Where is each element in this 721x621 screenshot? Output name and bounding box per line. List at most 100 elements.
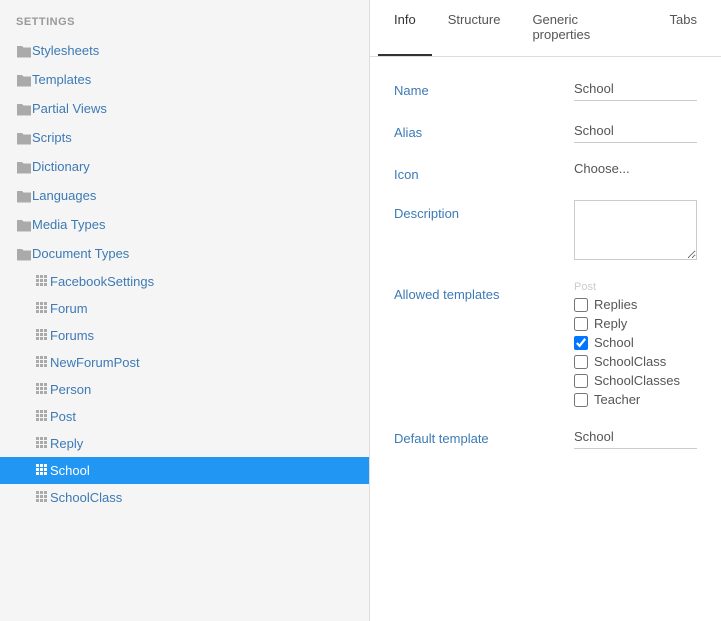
sidebar-item-label: Templates	[32, 72, 91, 87]
folder-icon	[16, 44, 32, 58]
folder-icon	[16, 102, 32, 116]
name-input[interactable]	[574, 77, 697, 101]
template-item-replies: Replies	[574, 297, 697, 312]
icon-row: Icon Choose...	[394, 161, 697, 182]
alias-label: Alias	[394, 119, 574, 140]
default-template-label: Default template	[394, 425, 574, 446]
icon-field: Choose...	[574, 161, 697, 176]
tab-info[interactable]: Info	[378, 0, 432, 56]
tab-bar: Info Structure Generic properties Tabs	[370, 0, 721, 57]
icon-label: Icon	[394, 161, 574, 182]
choose-icon-button[interactable]: Choose...	[574, 161, 630, 176]
sidebar-subitem-school[interactable]: School	[0, 457, 369, 484]
template-checkbox-reply[interactable]	[574, 317, 588, 331]
template-checkbox-school-classes[interactable]	[574, 374, 588, 388]
grid-icon	[36, 302, 50, 316]
sidebar-item-languages[interactable]: Languages	[0, 181, 369, 210]
sidebar-subitem-facebook-settings[interactable]: FacebookSettings	[0, 268, 369, 295]
folder-icon	[16, 218, 32, 232]
template-checkbox-school-class[interactable]	[574, 355, 588, 369]
grid-icon	[36, 464, 50, 478]
content-area: Name Alias Icon Choose... Description	[370, 57, 721, 621]
sidebar-subitem-person[interactable]: Person	[0, 376, 369, 403]
sidebar-subitem-label: Forums	[50, 328, 94, 343]
sidebar-item-document-types[interactable]: Document Types	[0, 239, 369, 268]
sidebar-item-label: Document Types	[32, 246, 129, 261]
sidebar-item-label: Scripts	[32, 130, 72, 145]
sidebar-subitem-label: Reply	[50, 436, 83, 451]
template-item-teacher: Teacher	[574, 392, 697, 407]
sidebar-item-media-types[interactable]: Media Types	[0, 210, 369, 239]
sidebar-item-dictionary[interactable]: Dictionary	[0, 152, 369, 181]
default-template-field	[574, 425, 697, 449]
sidebar-item-scripts[interactable]: Scripts	[0, 123, 369, 152]
grid-icon	[36, 329, 50, 343]
sidebar-subitem-label: Forum	[50, 301, 88, 316]
alias-input[interactable]	[574, 119, 697, 143]
sidebar-subitem-label: NewForumPost	[50, 355, 140, 370]
alias-row: Alias	[394, 119, 697, 143]
templates-list: Replies Reply School SchoolClass	[574, 297, 697, 407]
scrolled-hint: Post	[574, 281, 697, 293]
main-panel: Info Structure Generic properties Tabs N…	[370, 0, 721, 621]
grid-icon	[36, 437, 50, 451]
template-item-school-class: SchoolClass	[574, 354, 697, 369]
template-item-school-classes: SchoolClasses	[574, 373, 697, 388]
sidebar-subitem-new-forum-post[interactable]: NewForumPost	[0, 349, 369, 376]
description-field	[574, 200, 697, 263]
name-row: Name	[394, 77, 697, 101]
allowed-templates-label: Allowed templates	[394, 281, 574, 302]
sidebar-item-label: Stylesheets	[32, 43, 99, 58]
default-template-row: Default template	[394, 425, 697, 449]
sidebar-subitem-forum[interactable]: Forum	[0, 295, 369, 322]
template-checkbox-school[interactable]	[574, 336, 588, 350]
sidebar-item-partial-views[interactable]: Partial Views	[0, 94, 369, 123]
tab-generic-properties[interactable]: Generic properties	[516, 0, 653, 56]
folder-icon	[16, 73, 32, 87]
sidebar-item-label: Partial Views	[32, 101, 107, 116]
sidebar-subitem-label: Post	[50, 409, 76, 424]
sidebar-subitem-reply[interactable]: Reply	[0, 430, 369, 457]
tab-tabs[interactable]: Tabs	[654, 0, 713, 56]
folder-icon	[16, 160, 32, 174]
name-field	[574, 77, 697, 101]
alias-field	[574, 119, 697, 143]
grid-icon	[36, 491, 50, 505]
default-template-input[interactable]	[574, 425, 697, 449]
template-item-school: School	[574, 335, 697, 350]
sidebar-item-stylesheets[interactable]: Stylesheets	[0, 36, 369, 65]
folder-icon	[16, 189, 32, 203]
folder-icon	[16, 247, 32, 261]
template-label-school-class: SchoolClass	[594, 354, 666, 369]
sidebar-subitem-label: FacebookSettings	[50, 274, 154, 289]
tab-structure[interactable]: Structure	[432, 0, 517, 56]
template-checkbox-teacher[interactable]	[574, 393, 588, 407]
grid-icon	[36, 383, 50, 397]
template-label-replies: Replies	[594, 297, 637, 312]
sidebar: SETTINGS Stylesheets Templates Partial V…	[0, 0, 370, 621]
template-label-school: School	[594, 335, 634, 350]
template-checkbox-replies[interactable]	[574, 298, 588, 312]
allowed-templates-row: Allowed templates Post Replies Reply Sch…	[394, 281, 697, 407]
sidebar-subitem-forums[interactable]: Forums	[0, 322, 369, 349]
sidebar-subitem-school-class[interactable]: SchoolClass	[0, 484, 369, 511]
grid-icon	[36, 410, 50, 424]
description-input[interactable]	[574, 200, 697, 260]
sidebar-item-label: Media Types	[32, 217, 105, 232]
settings-label: SETTINGS	[0, 0, 369, 36]
name-label: Name	[394, 77, 574, 98]
description-label: Description	[394, 200, 574, 221]
sidebar-item-label: Dictionary	[32, 159, 90, 174]
folder-icon	[16, 131, 32, 145]
sidebar-item-templates[interactable]: Templates	[0, 65, 369, 94]
template-label-teacher: Teacher	[594, 392, 640, 407]
sidebar-subitem-post[interactable]: Post	[0, 403, 369, 430]
grid-icon	[36, 275, 50, 289]
sidebar-subitem-label: Person	[50, 382, 91, 397]
grid-icon	[36, 356, 50, 370]
template-item-reply: Reply	[574, 316, 697, 331]
template-label-school-classes: SchoolClasses	[594, 373, 680, 388]
sidebar-subitem-label: School	[50, 463, 90, 478]
description-row: Description	[394, 200, 697, 263]
sidebar-subitem-label: SchoolClass	[50, 490, 122, 505]
